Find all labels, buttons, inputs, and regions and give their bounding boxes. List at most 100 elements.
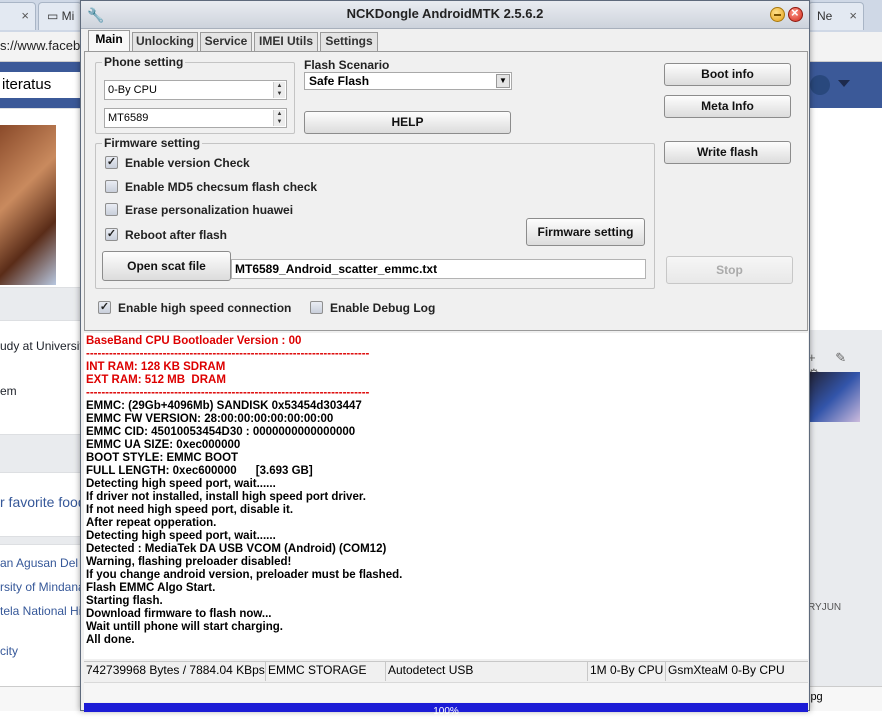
- minimize-button[interactable]: [770, 7, 785, 22]
- log-line: EMMC CID: 45010053454D30 : 0000000000000…: [86, 426, 356, 438]
- cpu-select[interactable]: 0-By CPU ▲ ▼: [104, 80, 287, 100]
- browser-tab[interactable]: ▭ Mi: [38, 2, 82, 30]
- enable-version-check-checkbox[interactable]: ✓: [105, 156, 118, 169]
- log-line: All done.: [86, 634, 135, 646]
- tab-unlocking[interactable]: Unlocking: [132, 32, 198, 51]
- close-icon[interactable]: ×: [849, 3, 857, 29]
- scatter-file-field[interactable]: MT6589_Android_scatter_emmc.txt: [231, 259, 646, 279]
- log-line: EMMC: (29Gb+4096Mb) SANDISK 0x53454d3034…: [86, 400, 362, 412]
- profile-photo[interactable]: [0, 125, 56, 285]
- spin-arrows-icon[interactable]: ▲ ▼: [273, 110, 285, 126]
- log-line: Detecting high speed port, wait......: [86, 478, 276, 490]
- main-tab-panel: Phone setting 0-By CPU ▲ ▼ MT6589 ▲ ▼ Flas…: [84, 51, 808, 331]
- open-scat-file-button[interactable]: Open scat file: [102, 251, 231, 281]
- log-line: Warning, flashing preloader disabled!: [86, 556, 292, 568]
- download-item[interactable]: ipg: [808, 691, 823, 703]
- cpu-status: 1M 0-By CPU: [588, 662, 666, 681]
- url-text: s://www.faceb: [0, 38, 81, 53]
- tab-settings[interactable]: Settings: [320, 32, 378, 51]
- tab-imei-utils[interactable]: IMEI Utils: [254, 32, 318, 51]
- help-icon[interactable]: [810, 75, 830, 95]
- dropdown-arrow-icon[interactable]: [838, 80, 850, 87]
- log-line: EXT RAM: 512 MB DRAM: [86, 374, 226, 386]
- laptop-icon: ▭: [47, 9, 62, 23]
- flash-scenario-select[interactable]: Safe Flash ▼: [304, 72, 512, 90]
- md5-check-label: Enable MD5 checsum flash check: [125, 180, 318, 194]
- reboot-after-flash-label: Reboot after flash: [125, 228, 228, 242]
- log-line: EMMC FW VERSION: 28:00:00:00:00:00:00:00: [86, 413, 334, 425]
- meta-info-button[interactable]: Meta Info: [664, 95, 791, 118]
- log-line: If not need high speed port, disable it.: [86, 504, 294, 516]
- flash-scenario-label: Flash Scenario: [304, 58, 390, 72]
- close-button[interactable]: [788, 5, 803, 22]
- boot-info-button[interactable]: Boot info: [664, 63, 791, 86]
- log-line: Detected : MediaTek DA USB VCOM (Android…: [86, 543, 387, 555]
- browser-tab-label: Mi: [61, 9, 75, 23]
- cpu-value: 0-By CPU: [108, 84, 157, 96]
- status-bar: 742739968 Bytes / 7884.04 KBps EMMC STOR…: [84, 661, 808, 681]
- browser-tab[interactable]: Ne ×: [808, 2, 864, 30]
- flash-scenario-value: Safe Flash: [309, 74, 370, 88]
- log-line: Wait untill phone will start charging.: [86, 621, 283, 633]
- tab-main[interactable]: Main: [88, 30, 130, 52]
- log-line: INT RAM: 128 KB SDRAM: [86, 361, 226, 373]
- school-link[interactable]: tela National Hi: [0, 604, 81, 618]
- log-line: Detecting high speed port, wait......: [86, 530, 276, 542]
- intro-card: [0, 320, 82, 435]
- title-bar[interactable]: 🔧 NCKDongle AndroidMTK 2.5.6.2: [81, 1, 809, 29]
- high-speed-checkbox[interactable]: ✓: [98, 301, 111, 314]
- debug-log-label: Enable Debug Log: [330, 301, 436, 315]
- window-title: NCKDongle AndroidMTK 2.5.6.2: [346, 6, 544, 21]
- intro-text: em: [0, 384, 17, 398]
- log-line: Download firmware to flash now...: [86, 608, 272, 620]
- intro-text: udy at Universit: [0, 339, 83, 353]
- city-link[interactable]: city: [0, 644, 18, 658]
- school-link[interactable]: an Agusan Del S: [0, 556, 89, 570]
- chip-select[interactable]: MT6589 ▲ ▼: [104, 108, 287, 128]
- high-speed-label: Enable high speed connection: [118, 301, 292, 315]
- debug-log-checkbox[interactable]: [310, 301, 323, 314]
- school-link[interactable]: rsity of Mindana: [0, 580, 85, 594]
- log-line: If driver not installed, install high sp…: [86, 491, 366, 503]
- stop-button[interactable]: Stop: [666, 256, 793, 284]
- log-line: EMMC UA SIZE: 0xec000000: [86, 439, 241, 451]
- erase-personalization-label: Erase personalization huawei: [125, 203, 294, 217]
- close-icon[interactable]: ×: [21, 3, 29, 29]
- log-line: If you change android version, preloader…: [86, 569, 403, 581]
- phone-setting-group: Phone setting 0-By CPU ▲ ▼ MT6589 ▲ ▼: [95, 55, 295, 134]
- log-line: Flash EMMC Algo Start.: [86, 582, 216, 594]
- spin-arrows-icon[interactable]: ▲ ▼: [273, 82, 285, 98]
- facebook-header-right: [808, 62, 882, 108]
- log-line: FULL LENGTH: 0xec600000 [3.693 GB]: [86, 465, 313, 477]
- md5-check-checkbox[interactable]: [105, 180, 118, 193]
- contact-name: RYJUN: [808, 602, 842, 613]
- help-button[interactable]: HELP: [304, 111, 511, 134]
- log-line: BaseBand CPU Bootloader Version : 00: [86, 335, 302, 347]
- gsm-status: GsmXteaM 0-By CPU: [668, 663, 785, 677]
- tab-service[interactable]: Service: [200, 32, 252, 51]
- phone-setting-label: Phone setting: [102, 55, 186, 69]
- chevron-down-icon[interactable]: ▼: [496, 74, 510, 88]
- firmware-setting-label: Firmware setting: [102, 136, 203, 150]
- browser-tab-label: Ne: [817, 9, 833, 23]
- photo-thumbnail[interactable]: [808, 372, 860, 422]
- log-line: ----------------------------------------…: [86, 387, 370, 399]
- log-line: BOOT STYLE: EMMC BOOT: [86, 452, 239, 464]
- facebook-search-input[interactable]: iteratus: [0, 72, 92, 98]
- log-line: After repeat opperation.: [86, 517, 217, 529]
- chip-value: MT6589: [108, 112, 149, 124]
- enable-version-check-label: Enable version Check: [125, 156, 250, 170]
- progress-label: 100%: [433, 706, 459, 717]
- write-flash-button[interactable]: Write flash: [664, 141, 791, 164]
- log-output[interactable]: BaseBand CPU Bootloader Version : 00 ----…: [84, 333, 808, 659]
- log-line: Starting flash.: [86, 595, 163, 607]
- reboot-after-flash-checkbox[interactable]: ✓: [105, 228, 118, 241]
- nckdongle-window: 🔧 NCKDongle AndroidMTK 2.5.6.2 Main Unlo…: [80, 0, 810, 717]
- firmware-setting-button[interactable]: Firmware setting: [526, 218, 645, 246]
- erase-personalization-checkbox[interactable]: [105, 203, 118, 216]
- horizontal-scrollbar[interactable]: [84, 682, 808, 702]
- browser-tab[interactable]: ×: [0, 2, 36, 30]
- log-line: ----------------------------------------…: [86, 348, 370, 360]
- post-prompt[interactable]: r favorite food: [0, 494, 86, 510]
- storage-type: EMMC STORAGE: [266, 662, 386, 681]
